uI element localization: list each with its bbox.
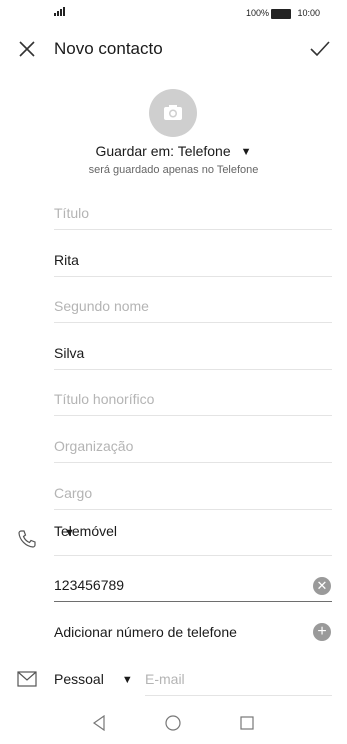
last-name-value: Silva [54,345,85,361]
honorific-placeholder: Título honorífico [54,391,155,407]
first-name-value: Rita [54,252,79,268]
phone-number-input[interactable]: 123456789 [54,569,332,602]
battery-percent: 100% [245,8,269,18]
job-field[interactable]: Cargo [54,477,332,510]
title-field[interactable]: Título [54,197,332,230]
status-bar: 100% 10:00 [0,0,347,26]
phone-icon [17,529,37,549]
email-type-label: Pessoal [54,671,104,687]
home-nav-icon[interactable] [165,715,181,736]
mail-icon [17,671,37,687]
recents-nav-icon[interactable] [240,716,254,735]
email-placeholder: E-mail [145,671,185,687]
job-placeholder: Cargo [54,485,93,501]
clock: 10:00 [297,8,320,18]
battery-icon [271,9,291,19]
first-name-field[interactable]: Rita [54,244,332,277]
camera-icon [164,105,182,120]
signal-icon [54,7,66,18]
middle-name-placeholder: Segundo nome [54,298,149,314]
dropdown-caret-icon: ▼ [121,674,133,686]
close-icon[interactable] [17,39,37,59]
email-input[interactable]: E-mail [145,663,332,696]
phone-type-selector[interactable]: Telemóvel ▼ [54,523,332,556]
navigation-bar [0,700,347,744]
honorific-field[interactable]: Título honorífico [54,383,332,416]
phone-number-value: 123456789 [54,577,125,593]
page-title: Novo contacto [54,39,163,58]
add-phone-label: Adicionar número de telefone [54,624,237,640]
organization-placeholder: Organização [54,438,134,454]
back-nav-icon[interactable] [92,714,106,736]
check-icon[interactable] [309,38,331,60]
save-location-selector[interactable]: Guardar em: Telefone ▼ [0,143,347,159]
dropdown-caret-icon: ▼ [240,146,252,158]
organization-field[interactable]: Organização [54,430,332,463]
last-name-field[interactable]: Silva [54,337,332,370]
middle-name-field[interactable]: Segundo nome [54,290,332,323]
email-type-selector[interactable]: Pessoal ▼ [54,671,133,687]
contact-photo-button[interactable] [149,89,197,137]
title-placeholder: Título [54,205,90,221]
add-icon[interactable]: + [313,623,331,641]
clear-icon[interactable]: ✕ [313,577,331,595]
add-phone-row[interactable]: Adicionar número de telefone [54,616,332,648]
dropdown-caret-icon: ▼ [64,527,75,539]
save-location-subtitle: será guardado apenas no Telefone [88,164,259,176]
save-location-label: Guardar em: Telefone [95,143,231,159]
